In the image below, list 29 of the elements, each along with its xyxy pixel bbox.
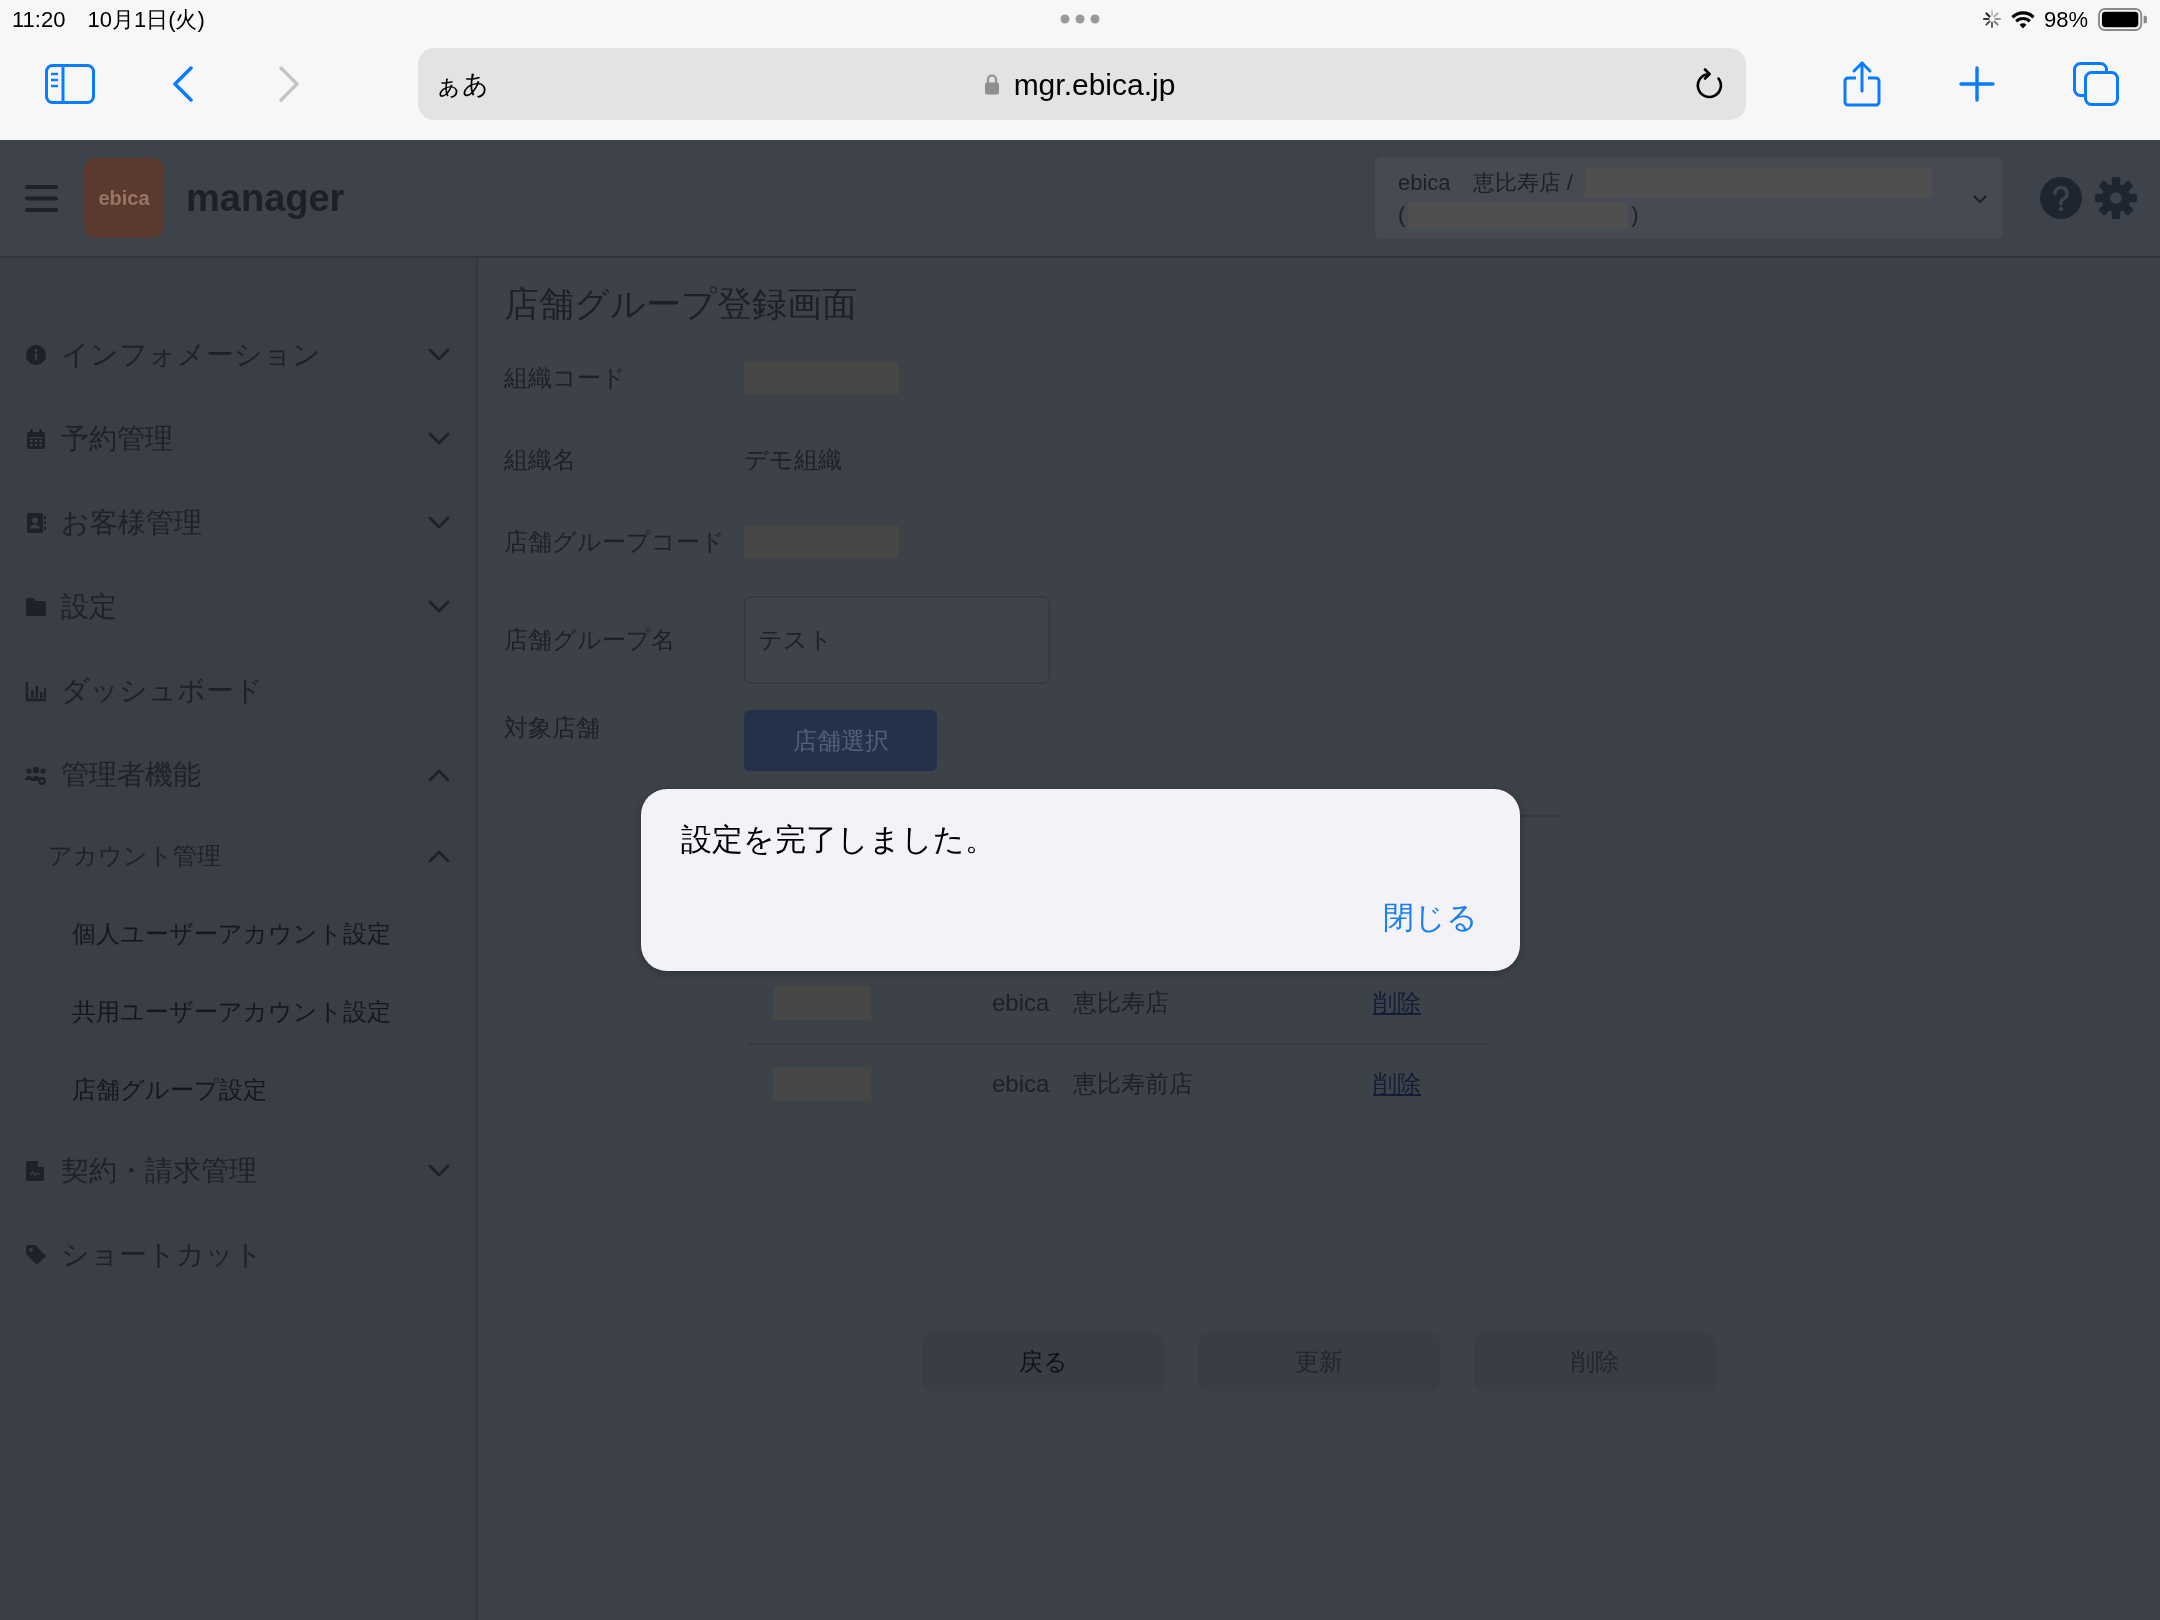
share-icon[interactable] (1842, 60, 1882, 108)
sidebar-icon[interactable] (45, 64, 95, 104)
logo[interactable]: ebica (84, 158, 164, 238)
contact-card-icon (25, 512, 47, 534)
wifi-icon (2009, 9, 2036, 29)
plus-icon[interactable] (1959, 66, 1995, 102)
users-icon (25, 764, 47, 786)
status-time: 11:20 (12, 5, 66, 34)
tabs-icon[interactable] (2073, 62, 2119, 106)
folder-icon (25, 596, 47, 618)
lock-icon (983, 73, 1000, 95)
chevron-left-icon[interactable] (172, 66, 194, 102)
spinner-icon (1981, 9, 2002, 29)
alert-message: 設定を完了しました。 (681, 821, 997, 859)
close-button[interactable]: 閉じる (1383, 896, 1478, 940)
reload-icon[interactable] (1694, 68, 1724, 100)
battery-percent: 98% (2043, 5, 2088, 34)
calendar-icon (25, 428, 47, 450)
text-size-button[interactable]: ぁあ (435, 64, 489, 104)
address-bar[interactable]: ぁあ mgr.ebica.jp (418, 48, 1746, 120)
battery-icon (2098, 7, 2148, 31)
tag-icon (25, 1244, 47, 1266)
document-icon (25, 1160, 47, 1182)
url-text: mgr.ebica.jp (1013, 66, 1176, 103)
info-icon (25, 344, 47, 366)
status-date: 10月1日(火) (87, 5, 205, 34)
more-dots-icon[interactable] (1060, 14, 1100, 24)
caret-icon (1973, 194, 1987, 204)
bar-chart-icon (25, 680, 47, 702)
